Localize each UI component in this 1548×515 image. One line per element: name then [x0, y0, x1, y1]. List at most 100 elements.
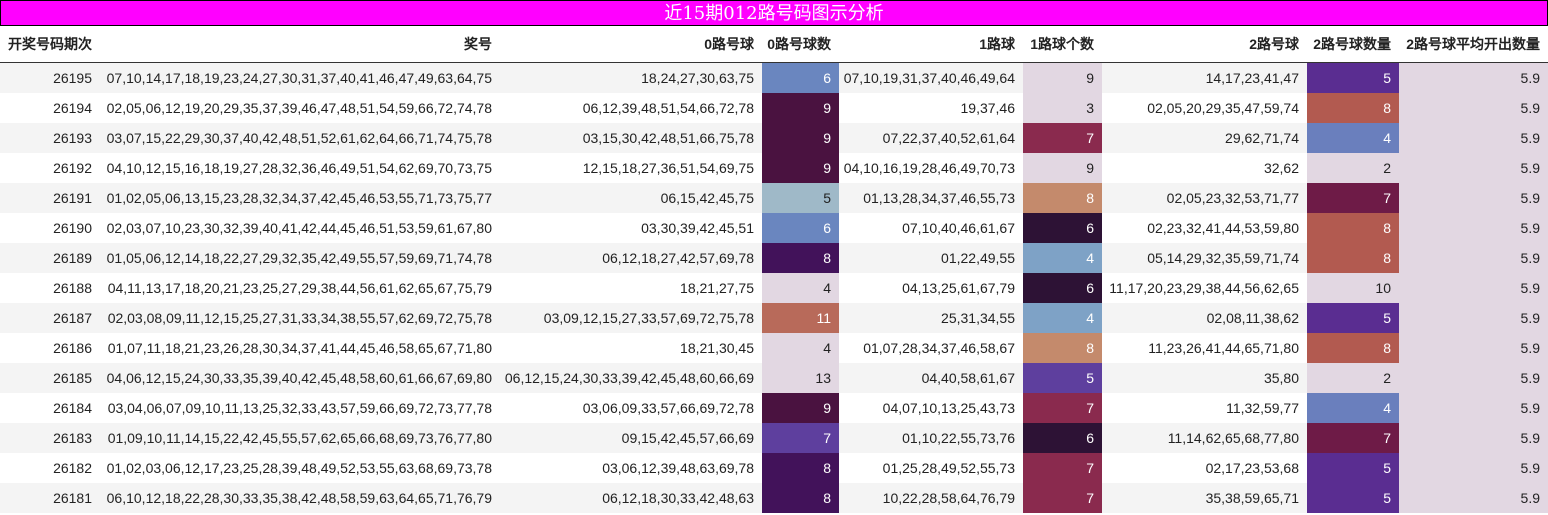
route1-balls-cell: 01,13,28,34,37,46,55,73	[839, 183, 1023, 213]
route2-balls-cell: 35,38,59,65,71	[1102, 483, 1307, 513]
table-row: 26192 04,10,12,15,16,18,19,27,28,32,36,46…	[0, 153, 1548, 183]
column-header-numbers: 奖号	[100, 26, 500, 63]
numbers-cell: 01,02,03,06,12,17,23,25,28,39,48,49,52,5…	[100, 453, 500, 483]
route0-balls-cell: 06,12,15,24,30,33,39,42,45,48,60,66,69	[500, 363, 762, 393]
route2-balls-cell: 02,17,23,53,68	[1102, 453, 1307, 483]
column-header-route2-count: 2路号球数量	[1307, 26, 1399, 63]
route2-count-cell: 7	[1307, 423, 1399, 453]
period-cell: 26184	[0, 393, 100, 423]
route1-count-cell: 7	[1023, 453, 1102, 483]
route2-average-cell: 5.9	[1399, 453, 1548, 483]
route0-count-cell: 9	[762, 153, 839, 183]
column-header-route0-count: 0路号球数	[762, 26, 839, 63]
route0-balls-cell: 03,15,30,42,48,51,66,75,78	[500, 123, 762, 153]
route0-count-cell: 6	[762, 213, 839, 243]
numbers-cell: 03,07,15,22,29,30,37,40,42,48,51,52,61,6…	[100, 123, 500, 153]
table-row: 26188 04,11,13,17,18,20,21,23,25,27,29,38…	[0, 273, 1548, 303]
column-header-period: 开奖号码期次	[0, 26, 100, 63]
numbers-cell: 07,10,14,17,18,19,23,24,27,30,31,37,40,4…	[100, 62, 500, 93]
route0-count-cell: 6	[762, 62, 839, 93]
route2-average-cell: 5.9	[1399, 183, 1548, 213]
route0-balls-cell: 18,24,27,30,63,75	[500, 62, 762, 93]
route1-balls-cell: 04,40,58,61,67	[839, 363, 1023, 393]
route2-average-cell: 5.9	[1399, 123, 1548, 153]
numbers-cell: 01,02,05,06,13,15,23,28,32,34,37,42,45,4…	[100, 183, 500, 213]
period-cell: 26195	[0, 62, 100, 93]
route1-balls-cell: 04,13,25,61,67,79	[839, 273, 1023, 303]
table-row: 26191 01,02,05,06,13,15,23,28,32,34,37,42…	[0, 183, 1548, 213]
analysis-table: 开奖号码期次 奖号 0路号球 0路号球数 1路球 1路球个数 2路号球 2路号球…	[0, 26, 1548, 513]
route1-balls-cell: 07,22,37,40,52,61,64	[839, 123, 1023, 153]
route2-balls-cell: 11,23,26,41,44,65,71,80	[1102, 333, 1307, 363]
route1-count-cell: 9	[1023, 153, 1102, 183]
route2-average-cell: 5.9	[1399, 273, 1548, 303]
numbers-cell: 01,07,11,18,21,23,26,28,30,34,37,41,44,4…	[100, 333, 500, 363]
route0-count-cell: 9	[762, 123, 839, 153]
route1-balls-cell: 19,37,46	[839, 93, 1023, 123]
route2-count-cell: 5	[1307, 483, 1399, 513]
route2-average-cell: 5.9	[1399, 393, 1548, 423]
numbers-cell: 03,04,06,07,09,10,11,13,25,32,33,43,57,5…	[100, 393, 500, 423]
route1-count-cell: 6	[1023, 273, 1102, 303]
route1-count-cell: 8	[1023, 333, 1102, 363]
route0-count-cell: 4	[762, 273, 839, 303]
route0-count-cell: 8	[762, 483, 839, 513]
period-cell: 26183	[0, 423, 100, 453]
route2-count-cell: 8	[1307, 93, 1399, 123]
route1-count-cell: 9	[1023, 62, 1102, 93]
route1-count-cell: 7	[1023, 483, 1102, 513]
route2-count-cell: 4	[1307, 393, 1399, 423]
route0-count-cell: 8	[762, 243, 839, 273]
route2-count-cell: 8	[1307, 333, 1399, 363]
route2-balls-cell: 11,17,20,23,29,38,44,56,62,65	[1102, 273, 1307, 303]
route0-count-cell: 7	[762, 423, 839, 453]
route1-count-cell: 4	[1023, 243, 1102, 273]
route2-count-cell: 2	[1307, 153, 1399, 183]
numbers-cell: 02,03,08,09,11,12,15,25,27,31,33,34,38,5…	[100, 303, 500, 333]
route2-count-cell: 8	[1307, 243, 1399, 273]
route2-count-cell: 2	[1307, 363, 1399, 393]
period-cell: 26189	[0, 243, 100, 273]
route1-balls-cell: 04,07,10,13,25,43,73	[839, 393, 1023, 423]
route2-balls-cell: 02,05,23,32,53,71,77	[1102, 183, 1307, 213]
table-row: 26187 02,03,08,09,11,12,15,25,27,31,33,34…	[0, 303, 1548, 333]
route2-average-cell: 5.9	[1399, 243, 1548, 273]
route0-count-cell: 13	[762, 363, 839, 393]
table-row: 26193 03,07,15,22,29,30,37,40,42,48,51,52…	[0, 123, 1548, 153]
numbers-cell: 06,10,12,18,22,28,30,33,35,38,42,48,58,5…	[100, 483, 500, 513]
period-cell: 26191	[0, 183, 100, 213]
route1-count-cell: 6	[1023, 213, 1102, 243]
numbers-cell: 04,10,12,15,16,18,19,27,28,32,36,46,49,5…	[100, 153, 500, 183]
route1-balls-cell: 10,22,28,58,64,76,79	[839, 483, 1023, 513]
route0-count-cell: 9	[762, 393, 839, 423]
numbers-cell: 04,11,13,17,18,20,21,23,25,27,29,38,44,5…	[100, 273, 500, 303]
route0-count-cell: 5	[762, 183, 839, 213]
route1-count-cell: 4	[1023, 303, 1102, 333]
table-row: 26181 06,10,12,18,22,28,30,33,35,38,42,48…	[0, 483, 1548, 513]
route1-count-cell: 7	[1023, 123, 1102, 153]
route1-balls-cell: 07,10,19,31,37,40,46,49,64	[839, 62, 1023, 93]
route1-balls-cell: 07,10,40,46,61,67	[839, 213, 1023, 243]
table-body: 26195 07,10,14,17,18,19,23,24,27,30,31,37…	[0, 62, 1548, 513]
route2-count-cell: 5	[1307, 62, 1399, 93]
numbers-cell: 01,09,10,11,14,15,22,42,45,55,57,62,65,6…	[100, 423, 500, 453]
period-cell: 26194	[0, 93, 100, 123]
header-row: 开奖号码期次 奖号 0路号球 0路号球数 1路球 1路球个数 2路号球 2路号球…	[0, 26, 1548, 63]
route0-balls-cell: 06,12,18,27,42,57,69,78	[500, 243, 762, 273]
route1-balls-cell: 04,10,16,19,28,46,49,70,73	[839, 153, 1023, 183]
route0-balls-cell: 03,06,09,33,57,66,69,72,78	[500, 393, 762, 423]
table-row: 26189 01,05,06,12,14,18,22,27,29,32,35,42…	[0, 243, 1548, 273]
table-row: 26182 01,02,03,06,12,17,23,25,28,39,48,49…	[0, 453, 1548, 483]
route2-count-cell: 10	[1307, 273, 1399, 303]
column-header-route2-average: 2路号球平均开出数量	[1399, 26, 1548, 63]
table-row: 26194 02,05,06,12,19,20,29,35,37,39,46,47…	[0, 93, 1548, 123]
route2-average-cell: 5.9	[1399, 213, 1548, 243]
period-cell: 26187	[0, 303, 100, 333]
route1-count-cell: 5	[1023, 363, 1102, 393]
period-cell: 26182	[0, 453, 100, 483]
route2-balls-cell: 14,17,23,41,47	[1102, 62, 1307, 93]
column-header-route1-count: 1路球个数	[1023, 26, 1102, 63]
route2-count-cell: 7	[1307, 183, 1399, 213]
period-cell: 26185	[0, 363, 100, 393]
route2-count-cell: 5	[1307, 303, 1399, 333]
